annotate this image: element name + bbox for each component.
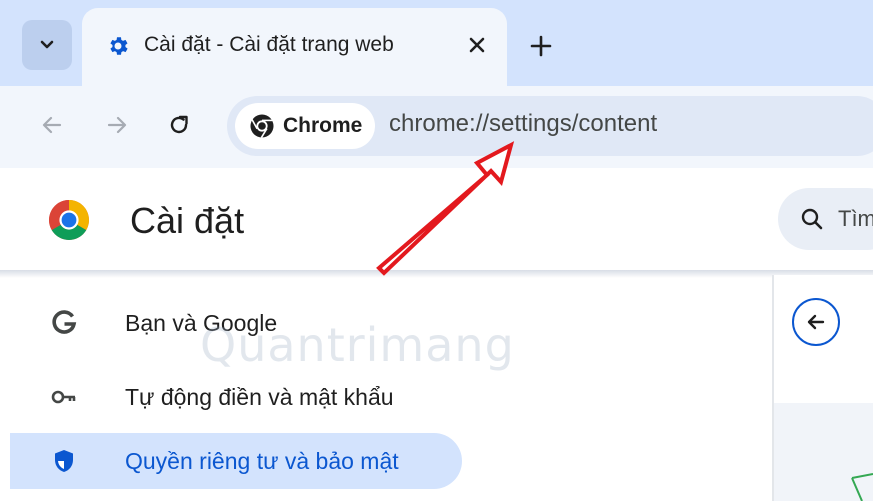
gear-icon: [110, 37, 128, 55]
sidebar-item-label: Quyền riêng tư và bảo mật: [125, 448, 399, 474]
settings-search-input[interactable]: Tìm: [778, 188, 873, 250]
sidebar-item-privacy-security[interactable]: Quyền riêng tư và bảo mật: [10, 433, 462, 489]
forward-button[interactable]: [100, 108, 134, 142]
shield-icon: [50, 447, 78, 475]
sidebar-item-autofill[interactable]: Tự động điền và mật khẩu: [10, 369, 462, 425]
search-icon: [801, 208, 823, 230]
tab-title: Cài đặt - Cài đặt trang web: [144, 33, 394, 56]
chevron-down-icon: [40, 40, 54, 49]
arrow-right-icon: [107, 116, 127, 134]
tab-search-button[interactable]: [22, 20, 72, 70]
arrow-left-icon: [807, 314, 825, 330]
chrome-logo-icon: [49, 200, 89, 240]
close-tab-button[interactable]: [463, 31, 491, 59]
google-g-icon: [50, 309, 78, 337]
page-title: Cài đặt: [130, 200, 245, 241]
sidebar-item-label: Tự động điền và mật khẩu: [125, 384, 394, 410]
key-icon: [50, 383, 78, 411]
close-icon: [469, 37, 485, 53]
active-tab[interactable]: Cài đặt - Cài đặt trang web: [82, 8, 507, 86]
plus-icon: [530, 35, 552, 57]
site-info-chip[interactable]: Chrome: [235, 103, 375, 149]
url-text[interactable]: chrome://settings/content: [389, 110, 657, 138]
back-button[interactable]: [35, 108, 69, 142]
site-chip-label: Chrome: [283, 114, 363, 137]
back-arrow-button[interactable]: [792, 298, 840, 346]
address-bar[interactable]: Chrome chrome://settings/content: [227, 96, 873, 156]
arrow-left-icon: [42, 116, 62, 134]
header-divider: [0, 270, 873, 278]
reload-icon: [170, 115, 188, 134]
watermark: Quantrimang: [200, 318, 515, 372]
search-placeholder: Tìm: [838, 206, 873, 231]
chrome-logo-icon: [250, 114, 274, 139]
illustration-fragment: [851, 473, 873, 501]
reload-button[interactable]: [162, 108, 196, 142]
new-tab-button[interactable]: [525, 30, 557, 62]
